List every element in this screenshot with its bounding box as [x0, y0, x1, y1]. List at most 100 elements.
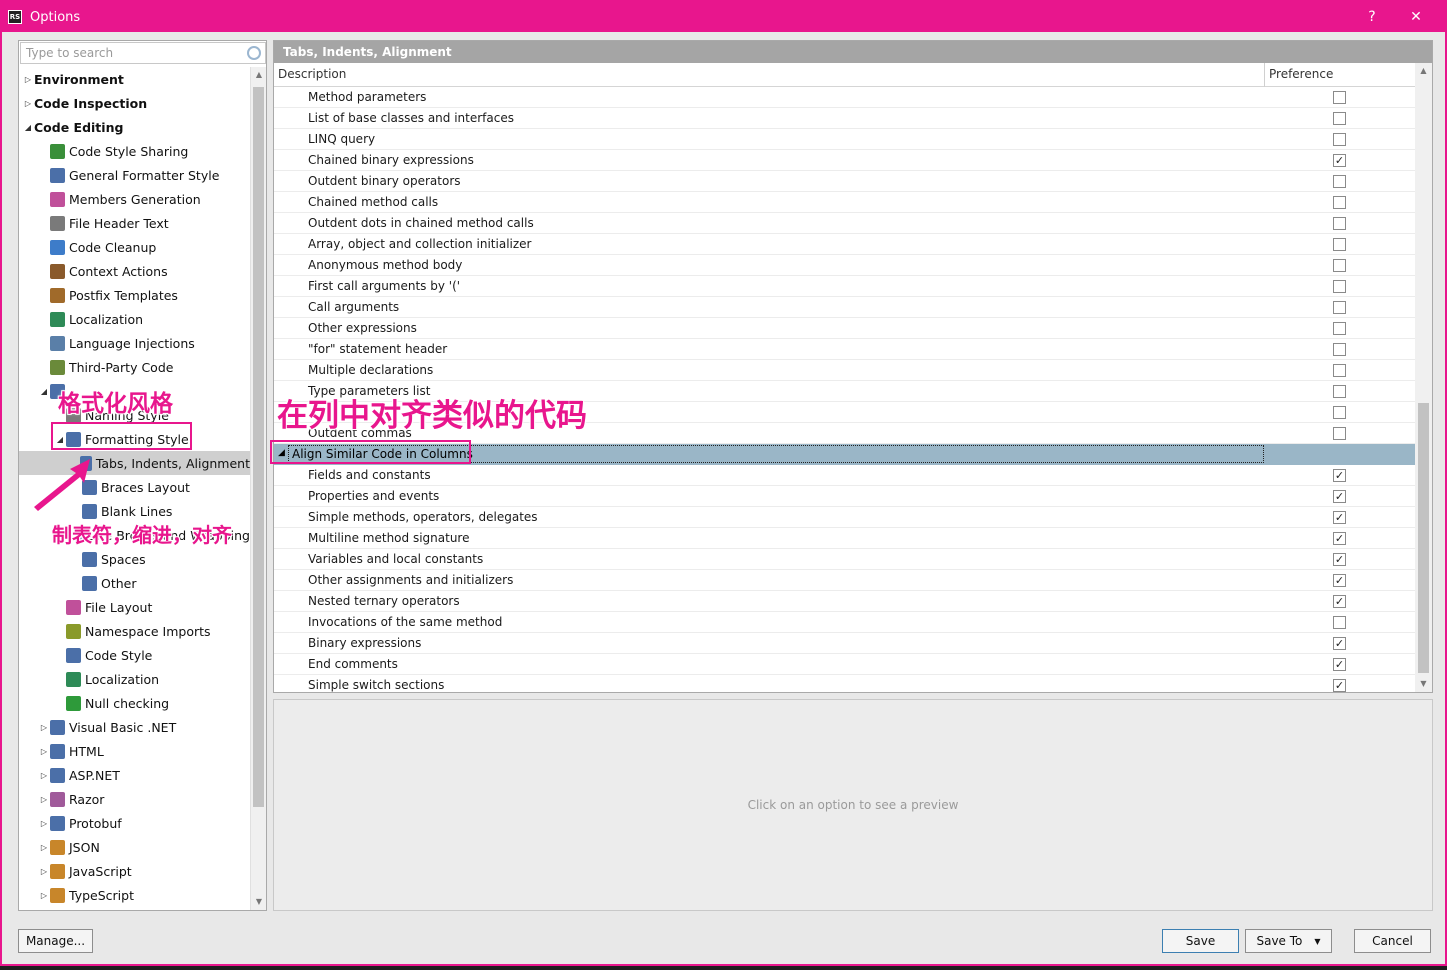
- option-row[interactable]: Outdent binary operators: [274, 171, 1416, 192]
- expand-arrow-icon[interactable]: ▷: [38, 891, 50, 900]
- tree-item[interactable]: Postfix Templates: [19, 283, 250, 307]
- expand-arrow-icon[interactable]: ▷: [22, 99, 34, 108]
- preference-checkbox[interactable]: [1333, 280, 1346, 293]
- help-button[interactable]: ?: [1352, 2, 1392, 32]
- close-button[interactable]: ✕: [1396, 2, 1436, 32]
- tree-item[interactable]: Other: [19, 571, 250, 595]
- tree-scroll-thumb[interactable]: [253, 87, 264, 807]
- option-row[interactable]: Multiline method signature ✓: [274, 528, 1416, 549]
- preference-checkbox[interactable]: [1333, 91, 1346, 104]
- option-row[interactable]: Other expressions: [274, 318, 1416, 339]
- options-scroll-thumb[interactable]: [1418, 403, 1429, 673]
- tree-item[interactable]: Code Cleanup: [19, 235, 250, 259]
- preference-checkbox[interactable]: [1333, 385, 1346, 398]
- tree-item[interactable]: Code Style Sharing: [19, 139, 250, 163]
- option-row[interactable]: Chained method calls: [274, 192, 1416, 213]
- preference-checkbox[interactable]: [1333, 616, 1346, 629]
- preference-checkbox[interactable]: [1333, 217, 1346, 230]
- expand-arrow-icon[interactable]: ▷: [38, 771, 50, 780]
- preference-checkbox[interactable]: ✓: [1333, 154, 1346, 167]
- tree-item[interactable]: Namespace Imports: [19, 619, 250, 643]
- tree-item[interactable]: Context Actions: [19, 259, 250, 283]
- tree-item[interactable]: Localization: [19, 307, 250, 331]
- scroll-up-icon[interactable]: ▲: [1415, 63, 1432, 79]
- preference-checkbox[interactable]: [1333, 364, 1346, 377]
- tree-item[interactable]: ▷ Razor: [19, 787, 250, 811]
- tree-item[interactable]: ▷ HTML: [19, 739, 250, 763]
- collapse-arrow-icon[interactable]: ◢: [38, 387, 50, 396]
- option-row[interactable]: Simple methods, operators, delegates ✓: [274, 507, 1416, 528]
- preference-checkbox[interactable]: [1333, 301, 1346, 314]
- tree-item[interactable]: ▷ JSON: [19, 835, 250, 859]
- tree-item[interactable]: General Formatter Style: [19, 163, 250, 187]
- save-button[interactable]: Save: [1162, 929, 1239, 953]
- option-row[interactable]: LINQ query: [274, 129, 1416, 150]
- preference-checkbox[interactable]: ✓: [1333, 595, 1346, 608]
- search-box[interactable]: Type to search: [20, 42, 266, 64]
- search-input[interactable]: Type to search: [26, 46, 247, 60]
- preference-checkbox[interactable]: ✓: [1333, 679, 1346, 692]
- tree-scrollbar[interactable]: ▲ ▼: [250, 67, 266, 910]
- tree-item[interactable]: File Layout: [19, 595, 250, 619]
- scroll-up-icon[interactable]: ▲: [251, 67, 267, 83]
- option-row[interactable]: End comments ✓: [274, 654, 1416, 675]
- option-row[interactable]: Binary expressions ✓: [274, 633, 1416, 654]
- option-row[interactable]: Nested ternary operators ✓: [274, 591, 1416, 612]
- expand-arrow-icon[interactable]: ▷: [38, 843, 50, 852]
- preference-checkbox[interactable]: ✓: [1333, 658, 1346, 671]
- option-row[interactable]: Outdent dots in chained method calls: [274, 213, 1416, 234]
- expand-arrow-icon[interactable]: ▷: [38, 723, 50, 732]
- tree-item[interactable]: File Header Text: [19, 211, 250, 235]
- tree-item[interactable]: ◢ Code Editing: [19, 115, 250, 139]
- save-to-button[interactable]: Save To ▼: [1245, 929, 1332, 953]
- option-row[interactable]: First call arguments by '(': [274, 276, 1416, 297]
- manage-button[interactable]: Manage...: [18, 929, 93, 953]
- preference-checkbox[interactable]: ✓: [1333, 532, 1346, 545]
- tree-item[interactable]: ▷ Environment: [19, 67, 250, 91]
- option-row[interactable]: Chained binary expressions ✓: [274, 150, 1416, 171]
- preference-checkbox[interactable]: [1333, 322, 1346, 335]
- expand-arrow-icon[interactable]: ▷: [22, 75, 34, 84]
- expand-arrow-icon[interactable]: ▷: [38, 867, 50, 876]
- expand-arrow-icon[interactable]: ▷: [38, 747, 50, 756]
- preference-checkbox[interactable]: ✓: [1333, 469, 1346, 482]
- preference-checkbox[interactable]: [1333, 259, 1346, 272]
- option-row[interactable]: Simple switch sections ✓: [274, 675, 1416, 692]
- tree-item[interactable]: Members Generation: [19, 187, 250, 211]
- option-row[interactable]: List of base classes and interfaces: [274, 108, 1416, 129]
- expand-arrow-icon[interactable]: ▷: [38, 795, 50, 804]
- option-row[interactable]: Fields and constants ✓: [274, 465, 1416, 486]
- preference-checkbox[interactable]: [1333, 406, 1346, 419]
- preference-checkbox[interactable]: [1333, 196, 1346, 209]
- tree-item[interactable]: ▷ Code Inspection: [19, 91, 250, 115]
- option-row[interactable]: Variables and local constants ✓: [274, 549, 1416, 570]
- options-scrollbar[interactable]: ▲ ▼: [1415, 63, 1432, 692]
- tree-item[interactable]: ▷ Visual Basic .NET: [19, 715, 250, 739]
- preference-checkbox[interactable]: [1333, 175, 1346, 188]
- cancel-button[interactable]: Cancel: [1354, 929, 1431, 953]
- column-preference-header[interactable]: Preference: [1269, 67, 1333, 81]
- expand-arrow-icon[interactable]: ▷: [38, 819, 50, 828]
- preference-checkbox[interactable]: ✓: [1333, 574, 1346, 587]
- tree-item[interactable]: Null checking: [19, 691, 250, 715]
- option-row[interactable]: "for" statement header: [274, 339, 1416, 360]
- tree-item[interactable]: Third-Party Code: [19, 355, 250, 379]
- tree-item[interactable]: ▷ TypeScript: [19, 883, 250, 907]
- collapse-arrow-icon[interactable]: ◢: [22, 123, 34, 132]
- option-row[interactable]: Properties and events ✓: [274, 486, 1416, 507]
- option-row[interactable]: Call arguments: [274, 297, 1416, 318]
- tree-item[interactable]: ▷ JavaScript: [19, 859, 250, 883]
- scroll-down-icon[interactable]: ▼: [1415, 676, 1432, 692]
- preference-checkbox[interactable]: ✓: [1333, 511, 1346, 524]
- preference-checkbox[interactable]: [1333, 112, 1346, 125]
- tree-item[interactable]: Code Style: [19, 643, 250, 667]
- option-row[interactable]: Array, object and collection initializer: [274, 234, 1416, 255]
- tree-item[interactable]: ▷ Protobuf: [19, 811, 250, 835]
- preference-checkbox[interactable]: ✓: [1333, 553, 1346, 566]
- column-separator[interactable]: [1264, 63, 1265, 87]
- tree-item[interactable]: Language Injections: [19, 331, 250, 355]
- preference-checkbox[interactable]: [1333, 238, 1346, 251]
- column-description-header[interactable]: Description: [278, 67, 346, 81]
- option-row[interactable]: Method parameters: [274, 87, 1416, 108]
- option-row[interactable]: Anonymous method body: [274, 255, 1416, 276]
